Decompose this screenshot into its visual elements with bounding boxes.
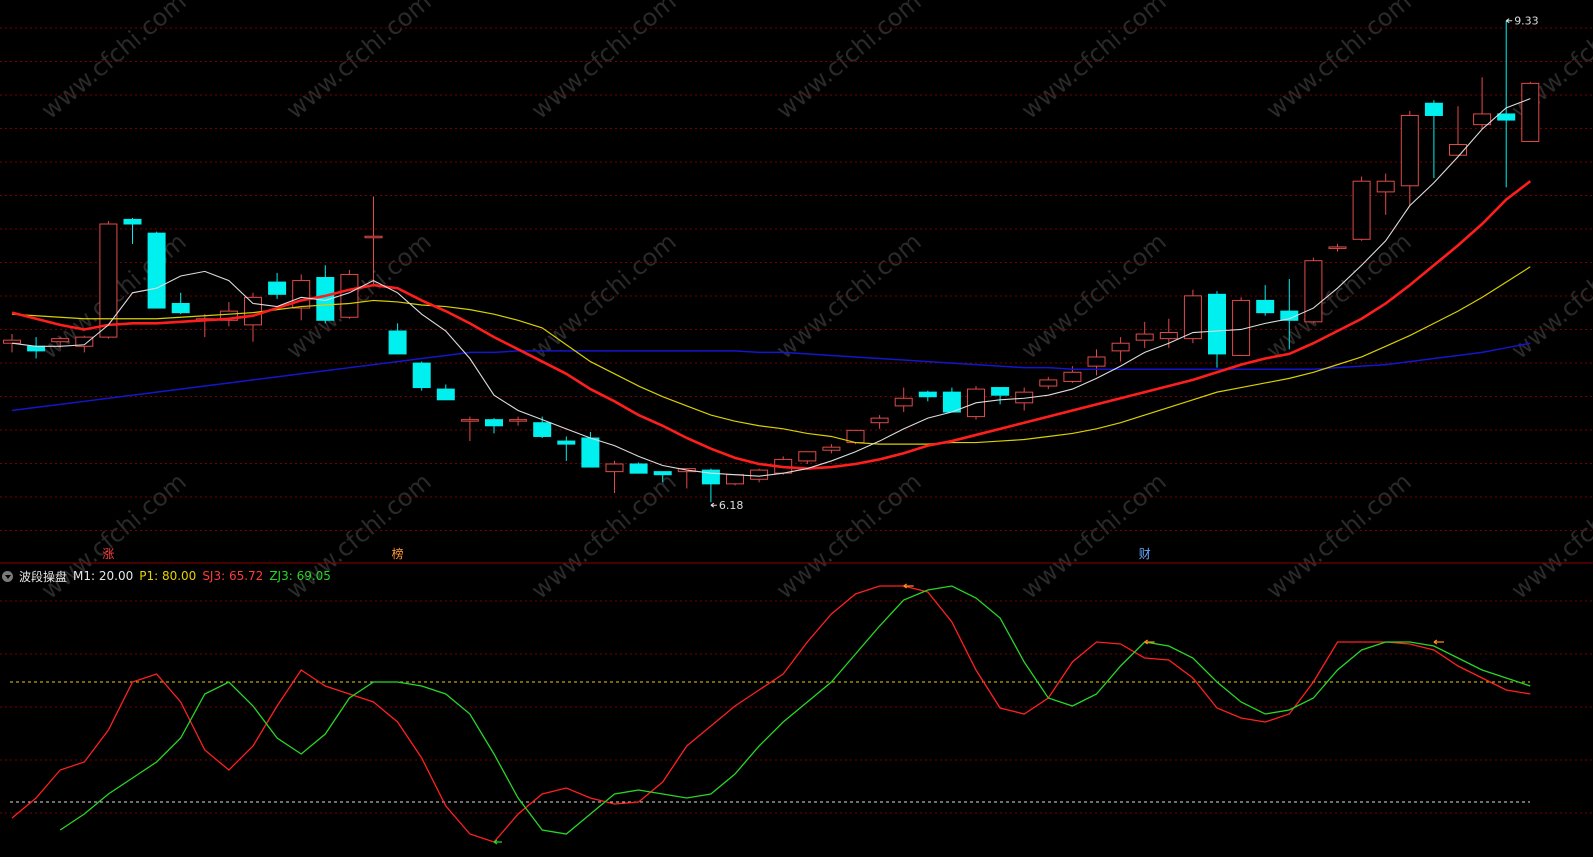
candle-body — [509, 419, 528, 422]
indicator-header: 波段操盘 M1: 20.00 P1: 80.00 SJ3: 65.72 ZJ3:… — [2, 568, 331, 584]
watermark-text: www.cfchi.com — [281, 0, 437, 125]
signal-marker: 涨 — [102, 546, 114, 561]
candle-body — [750, 469, 769, 480]
candle-body — [798, 451, 817, 462]
high-price-label: 9.33 — [1514, 15, 1539, 28]
sell-signal-icon — [1433, 639, 1444, 645]
candle-body — [27, 345, 46, 352]
candle-body — [1328, 246, 1347, 249]
candle-body — [3, 339, 21, 344]
candle-body — [822, 446, 841, 451]
watermark-layer: www.cfchi.com www.cfchi.com www.cfchi.com w… — [36, 0, 1593, 605]
candle-body — [991, 387, 1010, 396]
watermark-text: www.cfchi.com — [1016, 0, 1172, 125]
watermark-text: www.cfchi.com — [526, 467, 682, 604]
watermark-text: www.cfchi.com — [1506, 227, 1593, 364]
watermark-text: www.cfchi.com — [1506, 467, 1593, 604]
param-m1: M1: 20.00 — [73, 569, 134, 583]
chart-labels: 9.33 6.18 涨 榜 财 — [102, 15, 1539, 845]
candle-body — [292, 280, 311, 309]
candle-body — [726, 474, 744, 485]
zj3-line — [59, 585, 1531, 835]
candle-body — [629, 463, 648, 474]
param-p1: P1: 80.00 — [139, 569, 197, 583]
watermark-text: www.cfchi.com — [1016, 467, 1172, 604]
candle-body — [171, 302, 190, 314]
candle-body — [364, 235, 383, 239]
watermark-text: www.cfchi.com — [1261, 467, 1417, 604]
indicator-name[interactable]: 波段操盘 — [19, 568, 67, 585]
high-arrow-icon — [1505, 18, 1513, 24]
candle-body — [1039, 379, 1058, 387]
candle-body — [340, 273, 359, 318]
candle-body — [1473, 113, 1492, 126]
candle-body — [1135, 333, 1154, 341]
ma5-line — [11, 98, 1531, 477]
sj3-line — [11, 585, 1531, 843]
watermark-text: www.cfchi.com — [281, 467, 437, 604]
candle-body — [1424, 102, 1443, 116]
candle-body — [244, 296, 262, 326]
indicator-lines — [11, 585, 1531, 843]
candle-body — [436, 388, 455, 401]
indicator-grid — [0, 600, 1593, 814]
candle-body — [1063, 371, 1082, 382]
candle-body — [1111, 342, 1130, 352]
candle-body — [557, 440, 576, 445]
watermark-text: www.cfchi.com — [36, 0, 192, 125]
watermark-text: www.cfchi.com — [771, 0, 927, 125]
candle-body — [605, 463, 624, 473]
candle-body — [1159, 332, 1178, 340]
low-arrow-icon — [710, 502, 717, 508]
watermark-text: www.cfchi.com — [526, 227, 682, 364]
candle-body — [123, 218, 142, 225]
moving-average-lines — [11, 98, 1532, 477]
candle-body — [942, 391, 961, 413]
watermark-text: www.cfchi.com — [526, 0, 682, 125]
low-price-label: 6.18 — [719, 499, 744, 512]
watermark-text: www.cfchi.com — [771, 467, 927, 604]
candle-body — [1304, 260, 1323, 323]
candle-body — [1376, 180, 1395, 193]
buy-signal-icon — [493, 839, 502, 845]
candle-body — [1087, 356, 1106, 367]
candle-body — [460, 419, 479, 422]
candle-body — [99, 223, 118, 338]
ma20-line — [11, 266, 1531, 445]
ma60-line — [11, 342, 1531, 412]
watermark-text: www.cfchi.com — [1016, 227, 1172, 364]
candle-body — [1256, 299, 1275, 314]
candle-body — [1497, 113, 1516, 121]
watermark-text: www.cfchi.com — [771, 227, 927, 364]
signal-marker: 榜 — [392, 546, 404, 561]
candle-body — [1352, 180, 1371, 240]
candle-body — [268, 281, 287, 295]
candle-body — [1208, 293, 1226, 355]
candle-body — [581, 437, 600, 468]
candle-body — [147, 232, 166, 309]
candle-body — [1521, 82, 1540, 142]
stock-chart: www.cfchi.com www.cfchi.com www.cfchi.com w… — [0, 0, 1593, 845]
candle-body — [918, 391, 937, 398]
chevron-down-icon[interactable] — [2, 570, 13, 582]
param-sj3: SJ3: 65.72 — [202, 569, 264, 583]
watermark-text: www.cfchi.com — [1261, 0, 1417, 125]
candle-body — [388, 330, 407, 355]
candle-body — [412, 362, 431, 389]
candle-body — [533, 422, 552, 437]
candle-body — [870, 417, 889, 424]
candle-body — [485, 419, 503, 427]
candle-body — [653, 471, 672, 476]
signal-marker: 财 — [1139, 547, 1151, 561]
candle-body — [51, 338, 70, 343]
candle-body — [894, 397, 913, 407]
param-zj3: ZJ3: 69.05 — [269, 569, 331, 583]
candle-body — [1400, 114, 1419, 187]
